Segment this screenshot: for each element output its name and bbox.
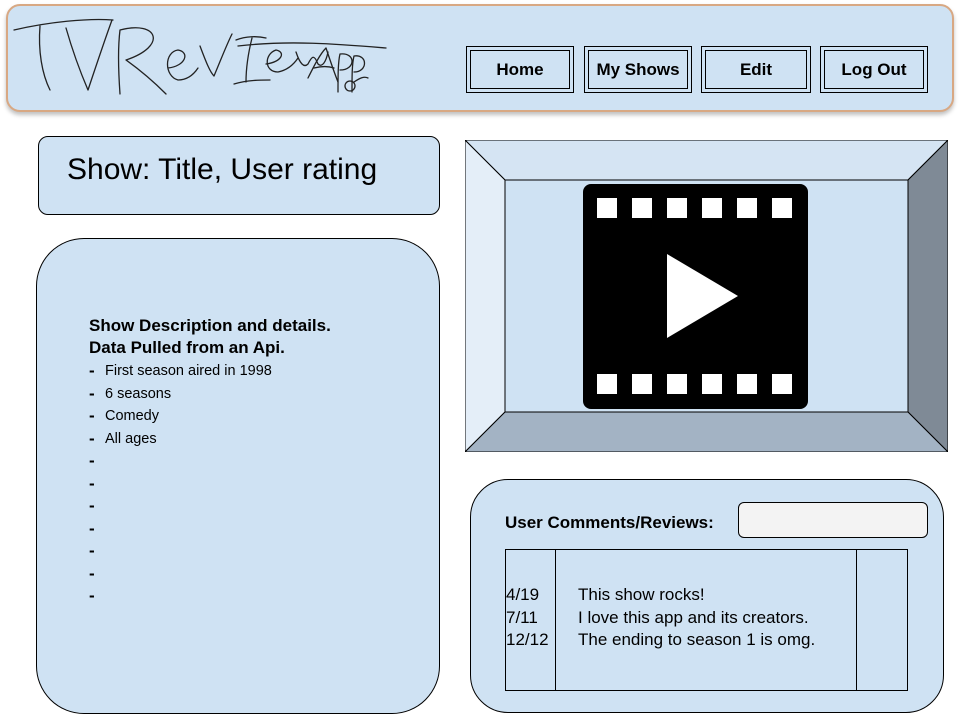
description-item: -	[89, 518, 95, 538]
video-player[interactable]	[463, 138, 950, 454]
comment-date: 4/19	[506, 585, 540, 604]
comment-row: 12/12 The ending to season 1 is omg.	[506, 629, 907, 652]
nav-my-shows-button[interactable]: My Shows	[584, 46, 692, 93]
description-item: -	[89, 541, 95, 560]
nav-log-out-label: Log Out	[824, 50, 924, 89]
description-item: -	[89, 451, 95, 470]
comment-row: 4/19 This show rocks!	[506, 584, 907, 607]
description-item-text: Comedy	[105, 408, 159, 424]
description-heading-2: Data Pulled from an Api.	[89, 338, 285, 357]
description-item: -6 seasons	[89, 383, 439, 406]
handwritten-logo	[13, 18, 387, 95]
description-heading-1: Show Description and details.	[89, 316, 331, 335]
description-item-text: First season aired in 1998	[105, 363, 272, 379]
show-title-box: Show: Title, User rating	[38, 136, 440, 215]
comment-text: The ending to season 1 is omg.	[578, 630, 816, 649]
description-item: -	[89, 586, 95, 605]
nav-edit-button[interactable]: Edit	[701, 46, 811, 93]
nav-log-out-button[interactable]: Log Out	[820, 46, 928, 93]
comment-input[interactable]	[738, 502, 928, 538]
comment-text: I love this app and its creators.	[578, 607, 809, 627]
description-item: - First season aired in 1998	[89, 360, 439, 383]
nav-home-label: Home	[470, 50, 570, 89]
show-title: Show: Title, User rating	[67, 153, 378, 186]
description-item: -	[89, 473, 95, 493]
nav-my-shows-label: My Shows	[588, 50, 688, 89]
comment-date: 12/12	[506, 630, 549, 649]
film-play-icon[interactable]	[583, 184, 808, 409]
app-logo[interactable]	[8, 6, 398, 106]
show-description-panel: Show Description and details. Data Pulle…	[36, 238, 440, 714]
comment-row: 7/11 I love this app and its creators.	[506, 607, 907, 630]
header-bar: Home My Shows Edit Log Out	[6, 4, 954, 112]
description-item: - Comedy	[89, 405, 439, 428]
video-frame	[463, 138, 950, 454]
description-item: -	[89, 563, 95, 583]
comment-date: 7/11	[506, 607, 538, 627]
description-item: -	[89, 496, 95, 515]
comments-label: User Comments/Reviews:	[505, 513, 714, 532]
comments-list[interactable]: 4/19 This show rocks! 7/11 I love this a…	[505, 549, 908, 691]
nav-edit-label: Edit	[705, 50, 807, 89]
description-item-text: 6 seasons	[105, 385, 172, 402]
comment-text: This show rocks!	[578, 585, 705, 604]
comments-panel: User Comments/Reviews: 4/19 This show ro…	[470, 479, 944, 713]
comment-rows: 4/19 This show rocks! 7/11 I love this a…	[506, 584, 907, 652]
description-item: - All ages	[89, 428, 439, 451]
description-list: - First season aired in 1998 -6 seasons -…	[89, 360, 439, 608]
nav-home-button[interactable]: Home	[466, 46, 574, 93]
description-item-text: All ages	[105, 430, 157, 447]
